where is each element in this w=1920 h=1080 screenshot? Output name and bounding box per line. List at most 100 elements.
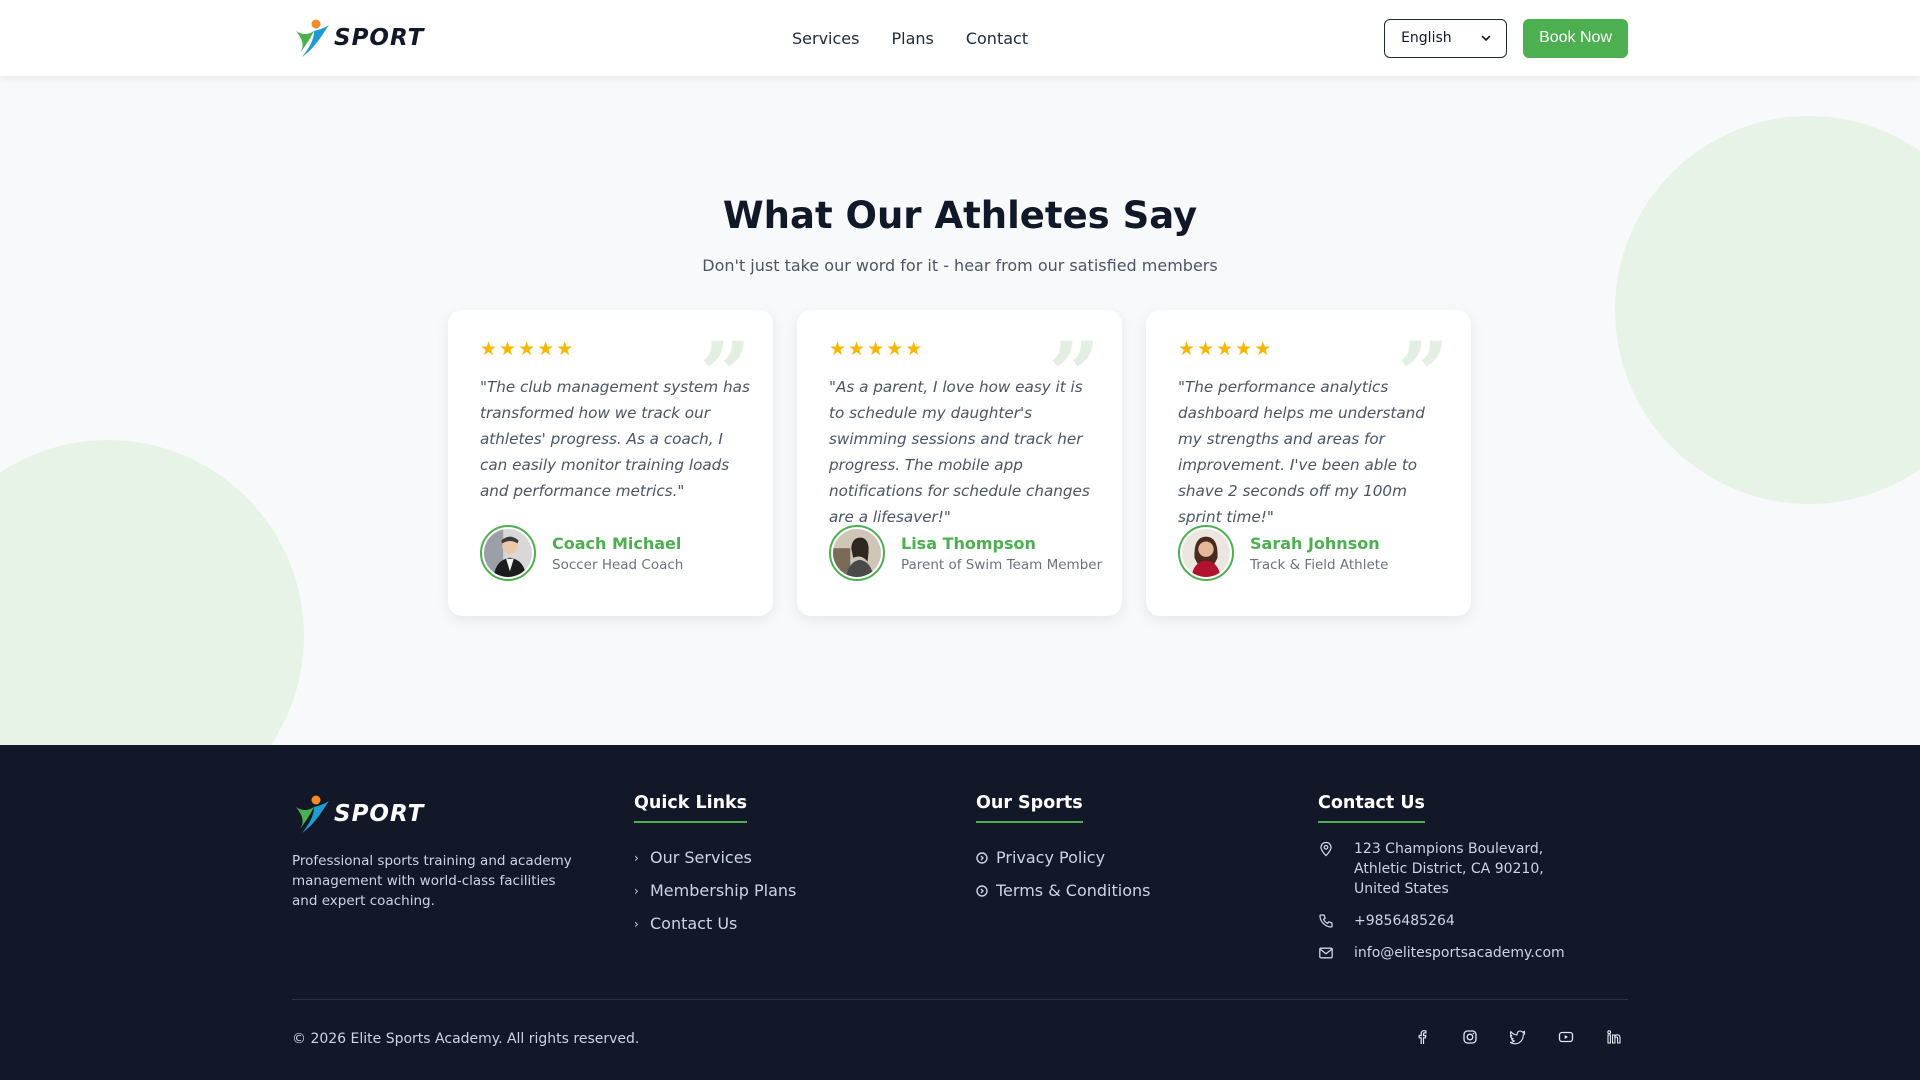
address-text: 123 Champions Boulevard, Athletic Distri… — [1354, 841, 1544, 897]
section-title: What Our Athletes Say — [722, 194, 1198, 237]
decor-circle-left — [0, 440, 304, 745]
quick-link-contact[interactable]: › Contact Us — [634, 907, 796, 940]
star-icon: ★ — [499, 338, 517, 360]
star-icon: ★ — [829, 338, 847, 360]
chevron-down-icon — [1481, 35, 1491, 42]
our-sports-heading: Our Sports — [976, 793, 1083, 823]
star-icon: ★ — [556, 338, 574, 360]
youtube-icon[interactable] — [1558, 1029, 1574, 1045]
quote-icon: ” — [1048, 330, 1100, 390]
footer-logo-text: SPORT — [334, 801, 425, 827]
author-name: Sarah Johnson — [1250, 533, 1380, 553]
logo-icon — [296, 19, 329, 57]
author-role: Track & Field Athlete — [1250, 556, 1389, 573]
site-header: SPORT Services Plans Contact English Boo… — [0, 0, 1920, 76]
testimonial-card: ★ ★ ★ ★ ★ ” "As a parent, I love how easy it… — [797, 310, 1122, 616]
privacy-policy-link[interactable]: Privacy Policy — [976, 841, 1150, 874]
language-select[interactable]: English — [1384, 18, 1508, 58]
avatar — [829, 525, 885, 581]
testimonial-cards: ★ ★ ★ ★ ★ ” "The club management system has … — [448, 310, 1471, 616]
contact-heading: Contact Us — [1318, 793, 1425, 823]
logo-icon — [296, 795, 329, 833]
star-icon: ★ — [537, 338, 555, 360]
instagram-icon[interactable] — [1462, 1029, 1478, 1045]
contact-email[interactable]: info@elitesportsacademy.com — [1318, 943, 1594, 963]
author-role: Soccer Head Coach — [552, 556, 684, 573]
quick-link-services[interactable]: › Our Services — [634, 841, 796, 874]
sports-link-label: Privacy Policy — [996, 848, 1106, 867]
quick-links-list: › Our Services › Membership Plans › Contact… — [634, 841, 796, 940]
quick-link-plans[interactable]: › Membership Plans — [634, 874, 796, 907]
contact-address: 123 Champions Boulevard, Athletic Distri… — [1318, 839, 1594, 899]
testimonial-author: Sarah Johnson Track & Field Athlete — [1178, 525, 1388, 581]
testimonial-card: ★ ★ ★ ★ ★ ” "The performance analytics dashb… — [1146, 310, 1471, 616]
author-name: Coach Michael — [552, 533, 682, 553]
mail-icon — [1319, 947, 1333, 959]
footer-brand: SPORT Professional sports training and a… — [292, 793, 582, 911]
star-icon: ★ — [480, 338, 498, 360]
star-icon: ★ — [518, 338, 536, 360]
nav-contact[interactable]: Contact — [966, 29, 1028, 48]
decor-circle-right — [1615, 116, 1920, 504]
star-icon: ★ — [886, 338, 904, 360]
chevron-right-icon: › — [634, 850, 639, 865]
linkedin-icon[interactable] — [1606, 1029, 1622, 1045]
avatar — [480, 525, 536, 581]
terms-link[interactable]: Terms & Conditions — [976, 874, 1150, 907]
nav-plans[interactable]: Plans — [891, 29, 933, 48]
footer-contact: Contact Us 123 Champions Boulevard, Athl… — [1318, 793, 1594, 975]
testimonial-card: ★ ★ ★ ★ ★ ” "The club management system has … — [448, 310, 773, 616]
sports-list: Privacy Policy Terms & Conditions — [976, 841, 1150, 907]
testimonial-author: Coach Michael Soccer Head Coach — [480, 525, 683, 581]
site-footer: SPORT Professional sports training and a… — [0, 745, 1920, 1080]
footer-divider — [292, 999, 1628, 1000]
quote-icon: ” — [1397, 330, 1449, 390]
author-name: Lisa Thompson — [901, 533, 1036, 553]
language-value: English — [1401, 30, 1452, 46]
footer-our-sports: Our Sports Privacy Policy Terms & Condit… — [976, 793, 1150, 907]
footer-logo[interactable]: SPORT — [292, 793, 582, 835]
phone-text: +9856485264 — [1354, 913, 1455, 929]
nav-services[interactable]: Services — [792, 29, 859, 48]
contact-phone[interactable]: +9856485264 — [1318, 911, 1594, 931]
footer-description: Professional sports training and academy… — [292, 853, 572, 909]
copyright: © 2026 Elite Sports Academy. All rights … — [292, 1031, 640, 1047]
star-icon: ★ — [1254, 338, 1272, 360]
star-icon: ★ — [1235, 338, 1253, 360]
contact-list: 123 Champions Boulevard, Athletic Distri… — [1318, 839, 1594, 963]
logo[interactable]: SPORT — [292, 17, 424, 59]
facebook-icon[interactable] — [1414, 1029, 1430, 1045]
testimonial-quote: "The club management system has transfor… — [480, 378, 750, 500]
star-icon: ★ — [848, 338, 866, 360]
chevron-right-icon: › — [634, 883, 639, 898]
quote-icon: ” — [699, 330, 751, 390]
main-nav: Services Plans Contact — [792, 29, 1028, 48]
quick-link-label: Membership Plans — [650, 881, 797, 900]
email-text: info@elitesportsacademy.com — [1354, 945, 1565, 961]
circle-arrow-icon — [976, 884, 988, 897]
social-links — [1414, 1029, 1622, 1045]
twitter-icon[interactable] — [1510, 1029, 1526, 1045]
section-subtitle: Don't just take our word for it - hear f… — [702, 256, 1218, 275]
footer-quick-links: Quick Links › Our Services › Membership Pl… — [634, 793, 796, 940]
testimonial-author: Lisa Thompson Parent of Swim Team Member — [829, 525, 1102, 581]
header-inner: SPORT Services Plans Contact English Boo… — [292, 0, 1628, 76]
testimonial-quote: "The performance analytics dashboard hel… — [1178, 378, 1425, 526]
quick-links-heading: Quick Links — [634, 793, 748, 823]
quick-link-label: Our Services — [650, 848, 752, 867]
header-actions: English Book Now — [1384, 18, 1628, 58]
star-icon: ★ — [867, 338, 885, 360]
chevron-right-icon: › — [634, 916, 639, 931]
location-pin-icon — [1320, 841, 1332, 857]
logo-text: SPORT — [334, 25, 425, 51]
star-icon: ★ — [1197, 338, 1215, 360]
author-role: Parent of Swim Team Member — [901, 556, 1103, 573]
testimonial-quote: "As a parent, I love how easy it is to s… — [829, 378, 1090, 526]
star-icon: ★ — [905, 338, 923, 360]
avatar — [1178, 525, 1234, 581]
star-icon: ★ — [1216, 338, 1234, 360]
phone-icon — [1319, 914, 1333, 928]
quick-link-label: Contact Us — [650, 914, 738, 933]
book-now-button[interactable]: Book Now — [1523, 18, 1628, 58]
circle-arrow-icon — [976, 851, 988, 864]
